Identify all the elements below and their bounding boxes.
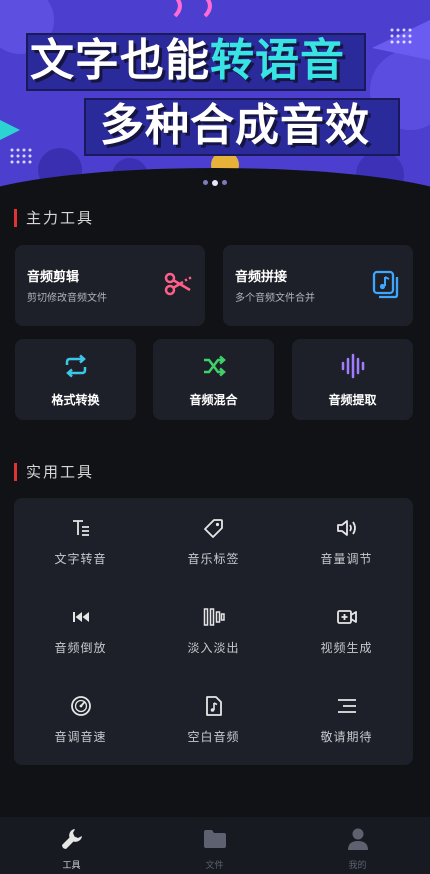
music-file-stack-icon — [372, 270, 399, 299]
tag-icon — [203, 519, 223, 538]
speed-dial-icon — [70, 696, 91, 716]
bottom-nav: 工具 文件 我的 — [0, 817, 430, 874]
util-tools-panel: 文字转音 音乐标签 音量调节 音频倒放 淡入淡出 视频生成 音调音速 空白音频 … — [14, 498, 413, 765]
carousel-dot[interactable] — [222, 180, 227, 185]
shuffle-icon — [203, 355, 226, 377]
tool-name: 音频提取 — [328, 393, 377, 407]
util-coming-soon[interactable]: 敬请期待 — [280, 676, 413, 765]
volume-icon — [336, 520, 356, 536]
nav-tab-tools[interactable]: 工具 — [0, 817, 143, 874]
folder-icon — [203, 830, 226, 848]
carousel-dot[interactable] — [203, 180, 208, 185]
section-accent-bar — [14, 462, 17, 481]
util-label: 文字转音 — [54, 552, 107, 566]
nav-tab-profile[interactable]: 我的 — [286, 817, 429, 874]
util-video-gen[interactable]: 视频生成 — [280, 587, 413, 676]
banner-title-accent: 转语音 — [210, 35, 345, 86]
tool-name: 音频混合 — [189, 393, 238, 407]
tool-name: 格式转换 — [51, 393, 100, 407]
util-fade[interactable]: 淡入淡出 — [147, 587, 280, 676]
tool-card-audio-merge[interactable]: 音频拼接 多个音频文件合并 — [223, 245, 413, 326]
util-label: 音频倒放 — [54, 641, 107, 655]
tool-card-format-convert[interactable]: 格式转换 — [15, 339, 136, 420]
text-to-speech-icon — [72, 520, 89, 536]
util-text-to-speech[interactable]: 文字转音 — [14, 498, 147, 587]
util-label: 空白音频 — [187, 730, 240, 744]
scissors-icon — [164, 272, 192, 296]
tool-desc: 多个音频文件合并 — [235, 293, 315, 304]
section-header-util: 实用工具 — [14, 461, 94, 482]
carousel-dot-active[interactable] — [212, 180, 218, 186]
section-accent-bar — [14, 208, 17, 227]
tool-desc: 剪切修改音频文件 — [27, 293, 107, 304]
tool-name: 音频拼接 — [235, 270, 288, 285]
wrench-icon — [61, 829, 82, 849]
soundwave-icon — [341, 353, 364, 379]
banner-title-line-2: 多种合成音效 — [100, 100, 370, 151]
repeat-icon — [65, 354, 86, 378]
util-label: 音调音速 — [54, 730, 107, 744]
nav-tab-files[interactable]: 文件 — [143, 817, 286, 874]
fade-icon — [203, 608, 225, 626]
coming-soon-icon — [337, 699, 356, 713]
util-volume[interactable]: 音量调节 — [280, 498, 413, 587]
util-label: 音乐标签 — [187, 552, 240, 566]
promo-banner[interactable]: 文字也能转语音 多种合成音效 — [0, 0, 430, 196]
nav-label: 我的 — [348, 861, 367, 871]
banner-title-line-1: 文字也能转语音 — [30, 35, 345, 86]
util-label: 敬请期待 — [320, 730, 373, 744]
video-plus-icon — [336, 610, 357, 624]
nav-label: 工具 — [62, 861, 81, 871]
util-label: 音量调节 — [320, 552, 373, 566]
nav-label: 文件 — [205, 861, 224, 871]
user-icon — [347, 828, 368, 850]
blank-audio-file-icon — [205, 696, 222, 716]
tool-name: 音频剪辑 — [27, 270, 80, 285]
util-pitch-speed[interactable]: 音调音速 — [14, 676, 147, 765]
util-label: 淡入淡出 — [187, 641, 240, 655]
rewind-icon — [72, 612, 89, 622]
section-title-main: 主力工具 — [26, 209, 95, 227]
util-music-tag[interactable]: 音乐标签 — [147, 498, 280, 587]
section-header-main: 主力工具 — [14, 207, 94, 228]
carousel-indicator — [0, 180, 430, 186]
tool-card-audio-mix[interactable]: 音频混合 — [153, 339, 274, 420]
util-label: 视频生成 — [320, 641, 373, 655]
util-blank-audio[interactable]: 空白音频 — [147, 676, 280, 765]
tool-card-audio-extract[interactable]: 音频提取 — [292, 339, 413, 420]
tool-card-audio-cut[interactable]: 音频剪辑 剪切修改音频文件 — [15, 245, 205, 326]
util-reverse[interactable]: 音频倒放 — [14, 587, 147, 676]
section-title-util: 实用工具 — [26, 463, 95, 481]
